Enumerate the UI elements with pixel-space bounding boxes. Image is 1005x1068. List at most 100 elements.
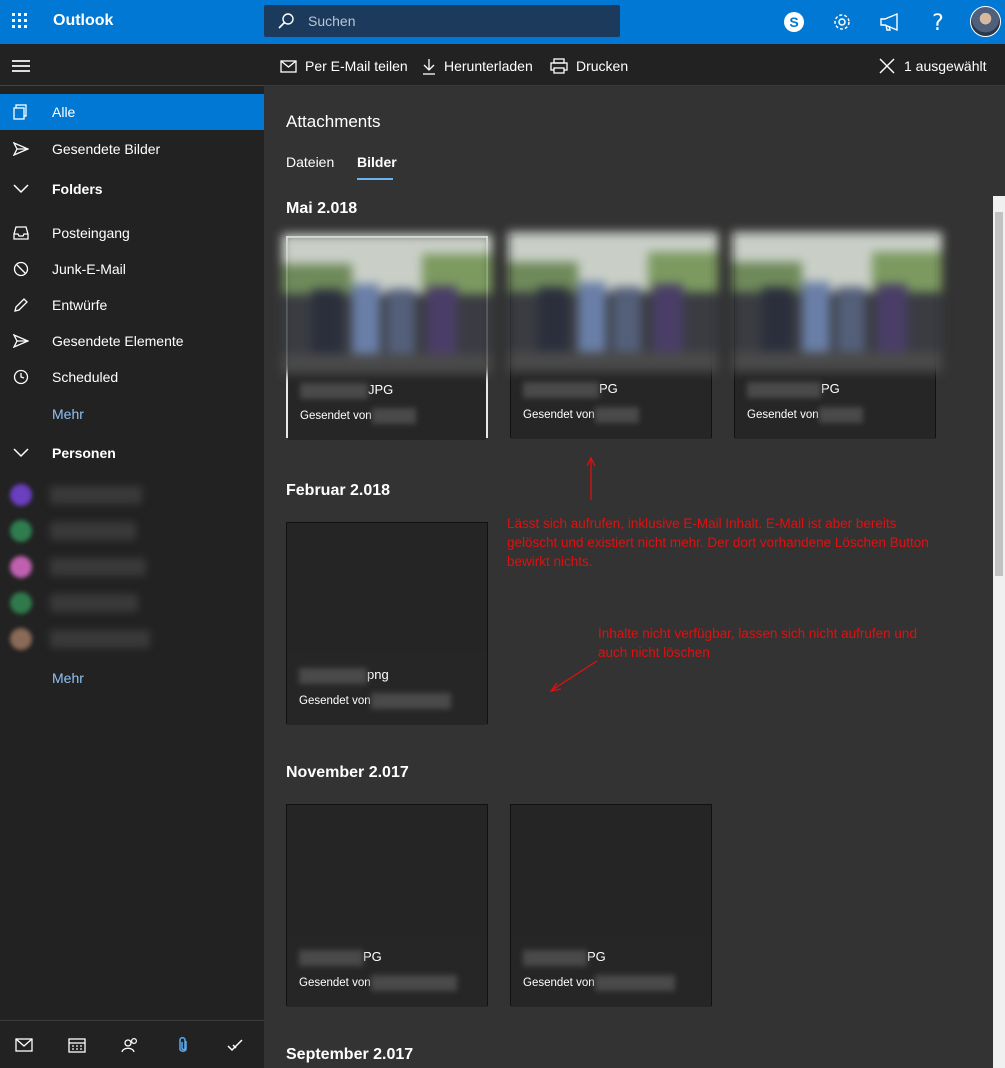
section-title: Februar 2.018: [286, 482, 391, 499]
tab-dateien[interactable]: Dateien: [286, 154, 334, 170]
card-info: JPG Gesendet von: [288, 368, 486, 440]
search-box[interactable]: [264, 5, 620, 37]
clock-icon: [12, 368, 30, 386]
help-icon[interactable]: ?: [926, 10, 950, 34]
block-icon: [12, 260, 30, 278]
skype-icon[interactable]: S: [782, 10, 806, 34]
thumbnail-placeholder: [511, 805, 711, 935]
redacted-text: [523, 949, 587, 966]
annotation-note-1: Lässt sich aufrufen, inklusive E-Mail In…: [507, 516, 929, 569]
tab-bilder[interactable]: Bilder: [357, 154, 397, 170]
nav-item-gesendete-elemente[interactable]: Gesendete Elemente: [0, 323, 264, 359]
card-info: PG Gesendet von: [735, 367, 935, 439]
file-extension: png: [367, 667, 389, 682]
redacted-text: [370, 693, 451, 709]
more-people-link[interactable]: Mehr: [52, 670, 84, 686]
person-name-redacted[interactable]: [50, 522, 136, 540]
person-name-redacted[interactable]: [50, 558, 146, 576]
avatar[interactable]: [970, 6, 1001, 37]
nav-item-label: Entwürfe: [52, 297, 108, 313]
blurred-photo[interactable]: [732, 232, 942, 372]
sender-label: Gesendet von: [523, 977, 595, 990]
folders-header[interactable]: Folders: [0, 171, 264, 207]
file-extension: PG: [821, 381, 840, 396]
left-navigation: Alle Gesendete Bilder Folders Posteingan…: [0, 44, 264, 1068]
section-title: Mai 2.018: [286, 200, 358, 217]
download-button[interactable]: Herunterladen: [422, 56, 533, 76]
card-info: png Gesendet von: [287, 653, 487, 725]
avatar[interactable]: [10, 556, 32, 578]
avatar[interactable]: [10, 520, 32, 542]
nav-item-alle[interactable]: Alle: [0, 94, 264, 130]
tasks-icon[interactable]: [226, 1035, 246, 1055]
nav-item-posteingang[interactable]: Posteingang: [0, 215, 264, 251]
sender: Gesendet von: [523, 975, 675, 991]
redacted-text: [594, 407, 639, 423]
close-icon: [879, 58, 895, 74]
nav-item-junk[interactable]: Junk-E-Mail: [0, 251, 264, 287]
attachments-pane: Attachments Dateien Bilder Mai 2.018 JPG…: [264, 86, 1005, 1068]
mail-icon[interactable]: [14, 1035, 34, 1055]
deselect-button[interactable]: 1 ausgewählt: [878, 56, 987, 76]
share-email-button[interactable]: Per E-Mail teilen: [280, 56, 408, 76]
redacted-text: [299, 667, 367, 684]
share-email-label: Per E-Mail teilen: [305, 58, 408, 74]
thumbnail-placeholder: [287, 523, 487, 653]
card-info: PG Gesendet von: [511, 367, 711, 439]
download-icon: [423, 58, 435, 75]
page-title: Attachments: [286, 112, 381, 131]
file-name: png: [299, 667, 389, 684]
person-name-redacted[interactable]: [50, 486, 142, 504]
search-icon: [278, 13, 294, 29]
person-name-redacted[interactable]: [50, 594, 138, 612]
sender: Gesendet von: [299, 693, 451, 709]
images-icon: [12, 103, 30, 121]
hamburger-menu-icon[interactable]: [12, 60, 30, 72]
scrollbar-thumb[interactable]: [995, 212, 1003, 576]
app-launcher-icon[interactable]: [12, 13, 30, 31]
redacted-text: [300, 382, 368, 399]
attachment-icon[interactable]: [173, 1035, 193, 1055]
file-extension: PG: [599, 381, 618, 396]
avatar[interactable]: [10, 628, 32, 650]
redacted-text: [299, 949, 363, 966]
more-folders-link[interactable]: Mehr: [52, 406, 84, 422]
image-card[interactable]: PG Gesendet von: [286, 804, 488, 1007]
chevron-down-icon: [12, 180, 30, 198]
calendar-icon[interactable]: [67, 1035, 87, 1055]
search-input[interactable]: [308, 5, 608, 37]
blurred-photo[interactable]: [282, 234, 492, 374]
nav-divider: [0, 85, 264, 86]
app-brand[interactable]: Outlook: [53, 12, 113, 30]
gear-icon[interactable]: [830, 10, 854, 34]
sender-label: Gesendet von: [299, 695, 371, 708]
redacted-text: [747, 381, 821, 398]
person-name-redacted[interactable]: [50, 630, 150, 648]
section-title: September 2.017: [286, 1046, 414, 1063]
avatar[interactable]: [10, 484, 32, 506]
avatar[interactable]: [10, 592, 32, 614]
folders-header-label: Folders: [52, 181, 103, 197]
mail-icon: [280, 59, 297, 73]
redacted-text: [371, 408, 416, 424]
redacted-text: [523, 381, 599, 398]
nav-item-gesendete-bilder[interactable]: Gesendete Bilder: [0, 131, 264, 167]
nav-item-entwuerfe[interactable]: Entwürfe: [0, 287, 264, 323]
send-icon: [12, 140, 30, 158]
printer-icon: [550, 58, 568, 74]
svg-text:S: S: [789, 14, 798, 30]
nav-item-label: Gesendete Bilder: [52, 141, 161, 157]
megaphone-icon[interactable]: [878, 10, 902, 34]
print-button[interactable]: Drucken: [550, 56, 628, 76]
image-card[interactable]: PG Gesendet von: [510, 804, 712, 1007]
people-icon[interactable]: [120, 1035, 140, 1055]
image-card[interactable]: png Gesendet von: [286, 522, 488, 725]
selection-count: 1 ausgewählt: [904, 58, 987, 74]
file-extension: JPG: [368, 382, 394, 397]
redacted-text: [818, 407, 863, 423]
svg-text:?: ?: [932, 11, 944, 33]
people-header[interactable]: Personen: [0, 435, 264, 471]
blurred-photo[interactable]: [508, 232, 718, 372]
nav-item-scheduled[interactable]: Scheduled: [0, 359, 264, 395]
sender: Gesendet von: [299, 975, 457, 991]
